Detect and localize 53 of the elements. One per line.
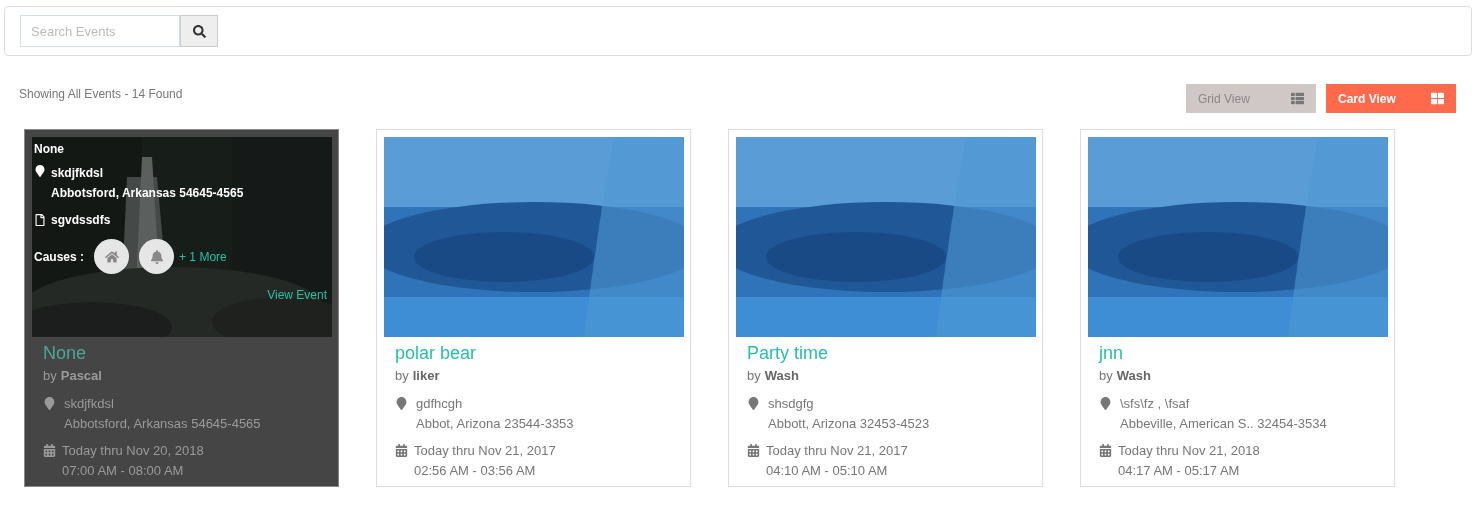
event-dates: Today thru Nov 21, 2018 [1118, 441, 1260, 460]
results-summary: Showing All Events - 14 Found [19, 86, 183, 103]
overlay-venue: skdjfkdsl [51, 165, 105, 182]
overlay-address: Abbotsford, Arkansas 54645-4565 [51, 185, 244, 202]
venue-address: Abbeville, American S.. 32454-3534 [1120, 414, 1327, 433]
venue-address: Abbotsford, Arkansas 54645-4565 [64, 414, 261, 433]
venue-address: Abbott, Arizona 32453-4523 [768, 414, 930, 433]
venue-name: skdjfkdsl [64, 394, 115, 413]
event-title[interactable]: Party time [747, 341, 1024, 365]
more-causes-link[interactable]: + 1 More [179, 247, 227, 266]
venue-name: \sfs\fz , \fsaf [1120, 394, 1191, 413]
overlay-description: sgvdssdfs [51, 212, 111, 229]
calendar-icon [395, 443, 408, 457]
venue-name: shsdgfg [768, 394, 815, 413]
location-icon [34, 165, 46, 177]
location-icon [395, 396, 408, 410]
view-event-link[interactable]: View Event [267, 286, 327, 304]
search-button[interactable] [180, 15, 218, 47]
by-label: by [395, 367, 409, 385]
by-label: by [747, 367, 761, 385]
search-field[interactable]: Search Events [20, 15, 180, 47]
event-dates: Today thru Nov 21, 2017 [766, 441, 908, 460]
by-label: by [43, 367, 57, 385]
event-dates: Today thru Nov 20, 2018 [62, 441, 204, 460]
event-title[interactable]: polar bear [395, 341, 672, 365]
event-times: 04:10 AM - 05:10 AM [766, 461, 889, 480]
location-icon [747, 396, 760, 410]
calendar-icon [747, 443, 760, 457]
search-icon [192, 24, 206, 38]
causes-label: Causes : [34, 248, 85, 266]
document-icon [34, 214, 46, 226]
author-name: Wash [1116, 367, 1151, 385]
event-dates: Today thru Nov 21, 2017 [414, 441, 556, 460]
event-title[interactable]: None [43, 341, 320, 365]
list-icon [1291, 92, 1304, 105]
view-toggle[interactable]: Card View [1326, 84, 1456, 113]
author-name: Wash [764, 367, 799, 385]
grid-icon [1431, 92, 1444, 105]
by-label: by [1099, 367, 1113, 385]
venue-address: Abbot, Arizona 23544-3353 [416, 414, 574, 433]
view-toggle[interactable]: Grid View [1186, 84, 1316, 113]
author-name: liker [412, 367, 440, 385]
venue-name: gdfhcgh [416, 394, 464, 413]
event-times: 02:56 AM - 03:56 AM [414, 461, 537, 480]
author-name: Pascal [60, 367, 102, 385]
calendar-icon [1099, 443, 1112, 457]
calendar-icon [43, 443, 56, 457]
location-icon [1099, 396, 1112, 410]
event-title[interactable]: jnn [1099, 341, 1376, 365]
location-icon [43, 396, 56, 410]
event-times: 04:17 AM - 05:17 AM [1118, 461, 1241, 480]
overlay-title: None [34, 141, 65, 158]
event-times: 07:00 AM - 08:00 AM [62, 461, 185, 480]
